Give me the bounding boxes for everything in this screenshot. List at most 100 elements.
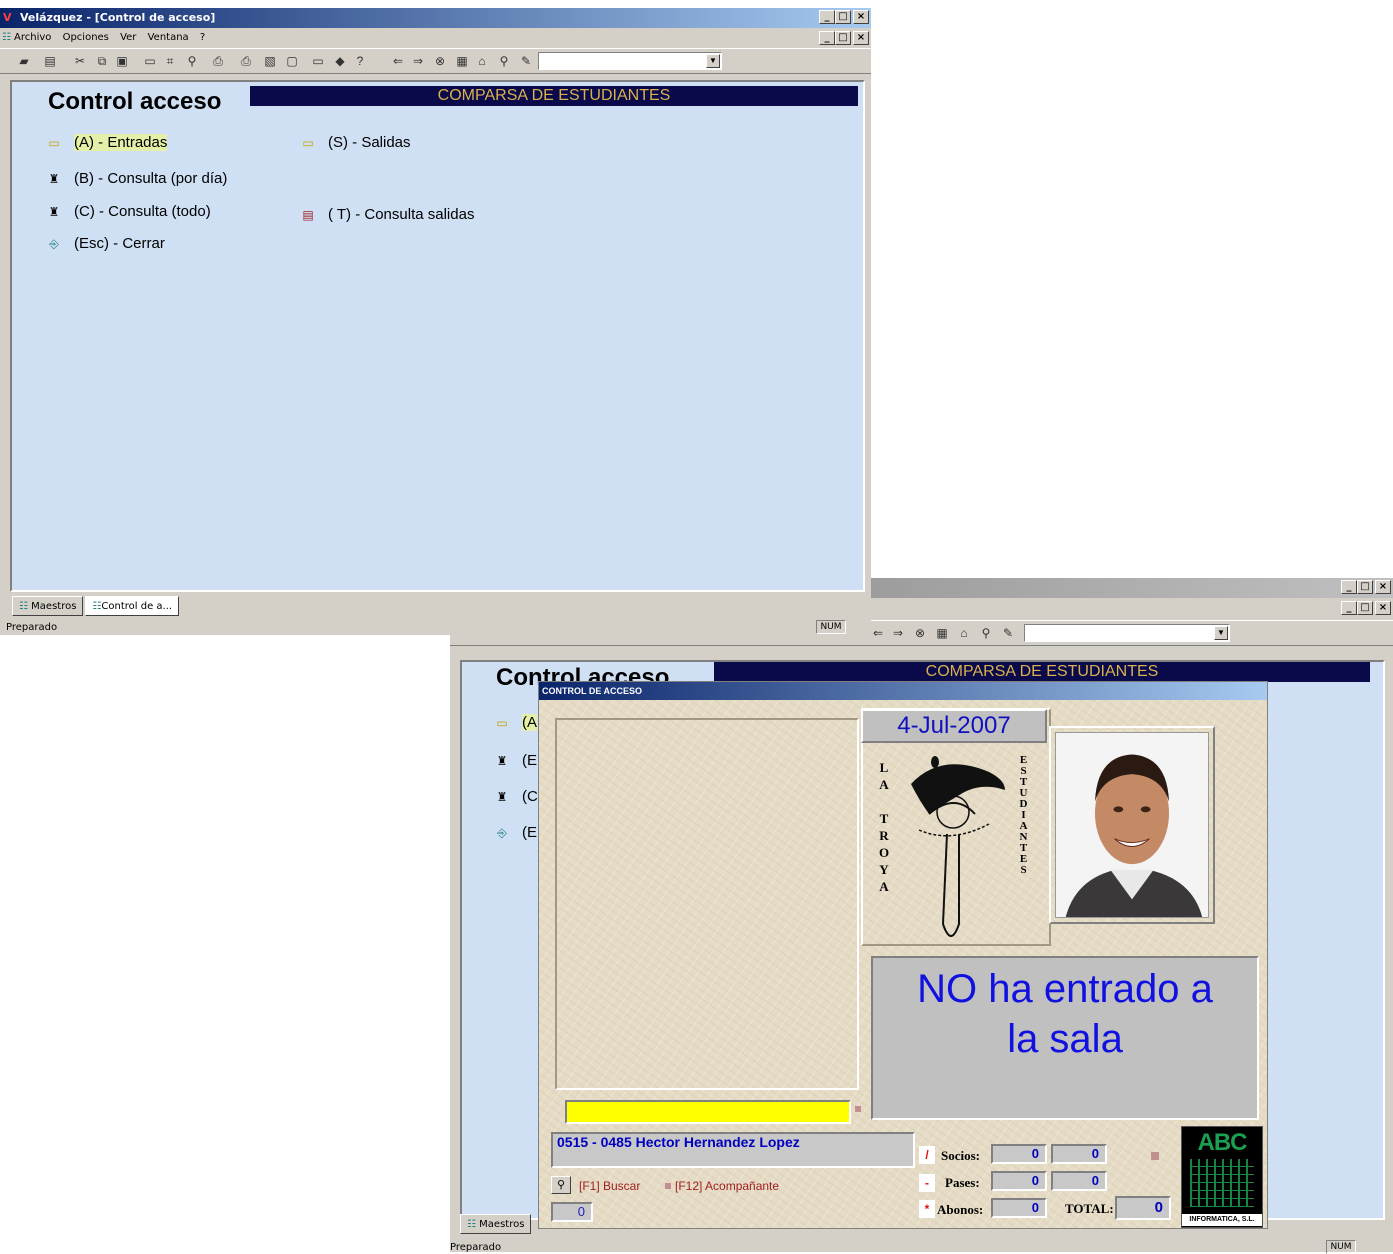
menu-archivo[interactable]: Archivo: [14, 32, 51, 43]
binoculars-icon: ♜: [496, 753, 508, 768]
diamond-icon[interactable]: ◆: [332, 53, 348, 69]
mdi-restore-icon[interactable]: □: [835, 31, 851, 45]
socios-label: Socios:: [941, 1148, 980, 1163]
copy-icon[interactable]: ⧉: [94, 53, 110, 69]
mdi-close-icon[interactable]: ×: [1375, 601, 1391, 615]
main-toolbar: ▰ ▤ ✂ ⧉ ▣ ▭ ⌗ ⚲ ⎙ ⎙ ▧ ▢ ▭ ◆ ? ⇐ ⇒ ⊗ ▦ ⌂ …: [0, 48, 871, 74]
main-title-bar[interactable]: V Velázquez - [Control de acceso]: [0, 8, 871, 28]
mdi-minimize-icon[interactable]: _: [819, 31, 835, 45]
search-button[interactable]: ⚲: [551, 1176, 571, 1194]
properties-icon[interactable]: ▤: [42, 53, 58, 69]
form-icon[interactable]: ▭: [310, 53, 326, 69]
table-icon: ☷: [19, 601, 28, 612]
edit-icon[interactable]: ✎: [1000, 625, 1016, 641]
forward-arrow-icon[interactable]: ⇒: [890, 625, 906, 641]
find-replace-icon[interactable]: ⌗: [162, 53, 178, 69]
list-panel[interactable]: [555, 718, 859, 1090]
search-label[interactable]: [F1] Buscar: [579, 1179, 640, 1193]
total-label: TOTAL:: [1065, 1201, 1114, 1216]
mdi-restore-icon[interactable]: □: [1357, 601, 1373, 615]
menu-ventana[interactable]: Ventana: [148, 32, 189, 43]
tab-control-acceso[interactable]: ☷Control de a...: [85, 596, 180, 616]
stop-icon[interactable]: ⊗: [432, 53, 448, 69]
velazquez-logo-icon: V: [3, 11, 12, 24]
help-icon[interactable]: ?: [352, 53, 368, 69]
abc-informatica-logo: ABC INFORMATICA, S.L.: [1181, 1126, 1263, 1228]
back-tabs: ☷ Maestros: [460, 1212, 533, 1234]
cut-icon[interactable]: ✂: [72, 53, 88, 69]
socios-value-2: 0: [1051, 1144, 1107, 1164]
search-icon[interactable]: ⚲: [184, 53, 200, 69]
calculator-icon[interactable]: ▦: [934, 625, 950, 641]
vertical-la-troya: LA TROYA: [876, 760, 892, 896]
item-consulta-salidas[interactable]: ▤( T) - Consulta salidas: [300, 206, 474, 223]
pases-label: Pases:: [945, 1175, 980, 1190]
companion-label[interactable]: [F12] Acompañante: [675, 1179, 779, 1193]
print-preview-icon[interactable]: ▧: [262, 53, 278, 69]
calculator-icon[interactable]: ▦: [454, 53, 470, 69]
indicator-dot-icon: [855, 1106, 861, 1112]
menu-ver[interactable]: Ver: [120, 32, 136, 43]
person-photo-icon: [1056, 733, 1208, 917]
exit-door-icon: ⎆: [497, 825, 507, 840]
report-icon: ▤: [302, 207, 314, 222]
item-consulta-todo[interactable]: ♜ (C) - Consulta (todo): [46, 203, 211, 220]
abonos-label: Abonos:: [937, 1202, 984, 1217]
page-setup-icon[interactable]: ▢: [284, 53, 300, 69]
tab-maestros[interactable]: ☷ Maestros: [460, 1214, 532, 1234]
paste-icon[interactable]: ▣: [114, 53, 130, 69]
item-entradas[interactable]: ▭ (A) - Entradas: [46, 134, 168, 151]
mdi-minimize-icon[interactable]: _: [1341, 601, 1357, 615]
num-indicator: NUM: [816, 620, 846, 634]
search-icon[interactable]: ⚲: [978, 625, 994, 641]
edit-icon[interactable]: ✎: [518, 53, 534, 69]
main-window-controls: _ □ ×: [819, 10, 869, 24]
back-item-esc[interactable]: ⎆ (E: [494, 824, 537, 841]
item-salidas[interactable]: ▭ (S) - Salidas: [300, 134, 410, 151]
minimize-icon[interactable]: _: [819, 10, 835, 24]
menu-opciones[interactable]: Opciones: [63, 32, 109, 43]
companion-dot-icon: [665, 1183, 671, 1189]
stop-icon[interactable]: ⊗: [912, 625, 928, 641]
abonos-value: 0: [991, 1198, 1047, 1218]
home-icon[interactable]: ⌂: [956, 625, 972, 641]
mdi-close-icon[interactable]: ×: [853, 31, 869, 45]
dialog-title-bar[interactable]: CONTROL DE ACCESO: [539, 682, 1267, 700]
socios-value-1: 0: [991, 1144, 1047, 1164]
chevron-down-icon[interactable]: ▼: [1214, 626, 1228, 640]
code-input[interactable]: [565, 1100, 851, 1124]
back-item-c[interactable]: ♜ (C: [494, 788, 538, 805]
tab-maestros[interactable]: ☷ Maestros: [12, 596, 84, 616]
socios-symbol: /: [919, 1146, 935, 1164]
restore-icon[interactable]: □: [1357, 580, 1373, 594]
window-title: Velázquez - [Control de acceso]: [20, 11, 216, 24]
forward-arrow-icon[interactable]: ⇒: [410, 53, 426, 69]
date-display: 4-Jul-2007: [861, 709, 1047, 743]
item-cerrar[interactable]: ⎆ (Esc) - Cerrar: [46, 235, 165, 252]
window-icon[interactable]: ▭: [142, 53, 158, 69]
back-arrow-icon[interactable]: ⇐: [390, 53, 406, 69]
minimize-icon[interactable]: _: [1341, 580, 1357, 594]
item-consulta-dia[interactable]: ♜ (B) - Consulta (por día): [46, 170, 228, 187]
menu-help[interactable]: ?: [200, 32, 205, 43]
back-item-b[interactable]: ♜ (E: [494, 752, 537, 769]
restore-icon[interactable]: □: [835, 10, 851, 24]
control-acceso-dialog: CONTROL DE ACCESO 4-Jul-2007 LA TROYA ES…: [538, 681, 1268, 1229]
member-photo: [1049, 726, 1215, 924]
vertical-estudiantes: ESTUDIANTES: [1017, 754, 1030, 875]
printer-icon[interactable]: ⎙: [210, 53, 226, 69]
close-icon[interactable]: ×: [853, 10, 869, 24]
close-icon[interactable]: ×: [1375, 580, 1391, 594]
back-status-text: Preparado: [450, 1242, 502, 1253]
search-db-icon[interactable]: ⚲: [496, 53, 512, 69]
toolbar-combo[interactable]: ▼: [1024, 624, 1230, 642]
back-item-a[interactable]: ▭ (A: [494, 714, 537, 731]
mdi-doc-icon: ☷: [2, 32, 11, 43]
abonos-symbol: *: [919, 1200, 935, 1218]
toolbar-combo[interactable]: ▼: [538, 52, 722, 70]
back-arrow-icon[interactable]: ⇐: [870, 625, 886, 641]
home-icon[interactable]: ⌂: [474, 53, 490, 69]
print-icon[interactable]: ⎙: [238, 53, 254, 69]
chevron-down-icon[interactable]: ▼: [706, 54, 720, 68]
open-folder-icon[interactable]: ▰: [16, 53, 32, 69]
